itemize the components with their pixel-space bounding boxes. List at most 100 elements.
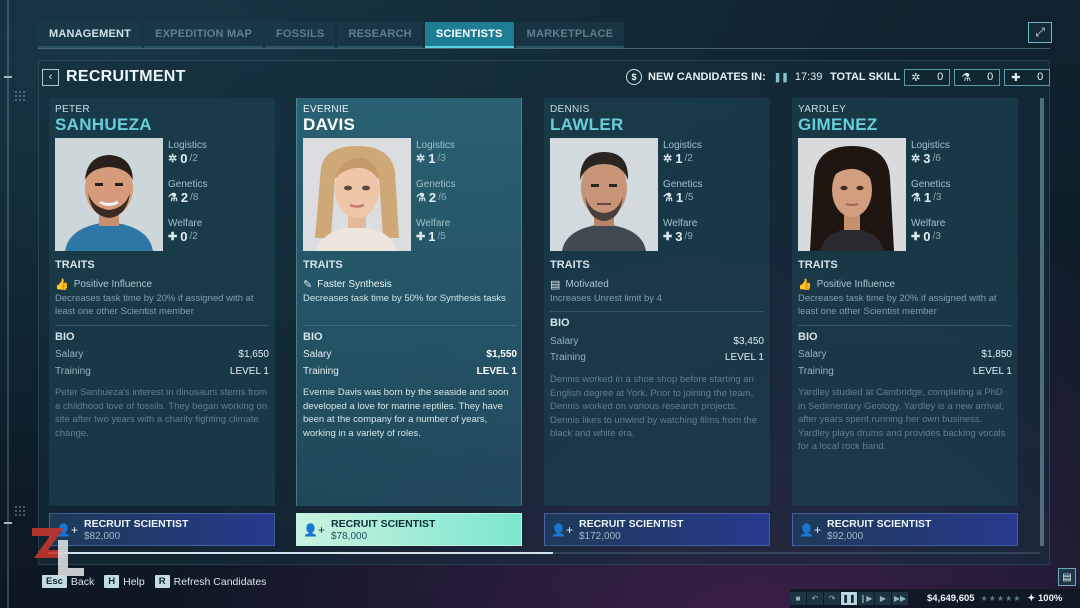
recruit-price: $92,000: [827, 530, 864, 542]
pause-button[interactable]: ❚❚: [841, 592, 857, 605]
candidate-card[interactable]: DENNIS LAWLER Logistics ✲ 1/2 Genetics ⚗ 1…: [544, 98, 770, 506]
welfare-stat: ✚ 0/2: [168, 229, 268, 244]
new-candidates-timer: $ NEW CANDIDATES IN: ❚❚ 17:39: [626, 68, 822, 86]
genetics-value: 2: [428, 190, 437, 205]
tab-research[interactable]: RESEARCH: [337, 22, 423, 48]
salary-value: $1,650: [238, 349, 269, 360]
back-button[interactable]: ‹: [42, 68, 59, 86]
bio-text: Evernie Davis was born by the seaside an…: [303, 387, 509, 439]
welfare-max: /3: [932, 231, 941, 242]
decorative-dot-grid: [14, 90, 26, 102]
total-genetics: ⚗ 0: [954, 68, 1001, 86]
trait-description: Decreases task time by 20% if assigned w…: [798, 293, 997, 317]
hint-back[interactable]: Esc Back: [42, 575, 94, 588]
notes-button[interactable]: ▤: [1058, 568, 1076, 586]
trait-name: ✎ Faster Synthesis: [303, 278, 392, 291]
play-button[interactable]: ▶: [875, 592, 891, 605]
logistics-stat: ✲ 1/3: [416, 151, 516, 166]
salary-value: $1,850: [981, 349, 1012, 360]
traits-heading: TRAITS: [55, 259, 95, 271]
genetics-stat: ⚗ 1/3: [911, 190, 1011, 205]
training-row: Training LEVEL 1: [798, 366, 1012, 377]
approval-rating: ✦ 100%: [1027, 593, 1062, 604]
recruit-label: RECRUIT SCIENTIST: [579, 517, 684, 530]
page-header: ‹ RECRUITMENT: [42, 66, 186, 88]
scrollbar-thumb[interactable]: [1040, 98, 1044, 546]
horizontal-scrollbar[interactable]: [48, 552, 1040, 554]
trait-label: Faster Synthesis: [317, 279, 392, 290]
step-icon: ❙▶: [859, 594, 873, 603]
recruit-label: RECRUIT SCIENTIST: [331, 517, 436, 530]
tab-expedition-map[interactable]: EXPEDITION MAP: [144, 22, 263, 48]
undo-button[interactable]: ↶: [807, 592, 823, 605]
salary-value: $3,450: [733, 336, 764, 347]
welfare-value: 0: [923, 229, 931, 244]
genetics-label: Genetics: [416, 179, 456, 190]
tab-marketplace[interactable]: MARKETPLACE: [515, 22, 625, 48]
chevron-left-icon: ‹: [48, 71, 53, 83]
training-label: Training: [55, 366, 91, 377]
step-button[interactable]: ❙▶: [858, 592, 874, 605]
tab-management[interactable]: MANAGEMENT: [38, 22, 143, 48]
fast-forward-icon: ▶▶: [893, 594, 907, 603]
welfare-value: 1: [428, 229, 436, 244]
expand-icon: ⤢: [1035, 25, 1045, 39]
total-logistics: ✲ 0: [904, 68, 951, 86]
fast-forward-button[interactable]: ▶▶: [892, 592, 908, 605]
candidate-card[interactable]: YARDLEY GIMENEZ Logistics ✲ 3/6 Genetics …: [792, 98, 1018, 506]
candidate-skills: Logistics ✲ 3/6 Genetics ⚗ 1/3 Welfare ✚ 0/…: [911, 140, 1011, 257]
genetics-stat: ⚗ 2/8: [168, 190, 268, 205]
training-label: Training: [550, 352, 586, 363]
candidate-card[interactable]: PETER SANHUEZA Logistics ✲ 0/2 Genetics ⚗…: [49, 98, 275, 506]
welfare-value: 3: [675, 229, 683, 244]
logistics-max: /2: [684, 153, 693, 164]
bio-text: Peter Sanhueza's interest in dinosaurs s…: [55, 387, 268, 439]
decorative-dot-grid: [14, 505, 26, 517]
bio-text: Yardley studied at Cambridge, completing…: [798, 387, 1006, 453]
medical-cross-icon: ✚: [663, 231, 673, 243]
bio-heading: BIO: [303, 331, 323, 343]
logistics-stat: ✲ 3/6: [911, 151, 1011, 166]
recruit-scientist-button[interactable]: 👤+ RECRUIT SCIENTIST $78,000: [296, 513, 522, 546]
recruit-scientist-button[interactable]: 👤+ RECRUIT SCIENTIST $172,000: [544, 513, 770, 546]
trait-description: Decreases task time by 50% for Synthesis…: [303, 293, 506, 304]
logistics-label: Logistics: [663, 140, 702, 151]
hint-refresh-candidates[interactable]: R Refresh Candidates: [154, 575, 266, 588]
redo-button[interactable]: ↷: [824, 592, 840, 605]
divider: [798, 325, 1012, 326]
genetics-value: 1: [923, 190, 932, 205]
approval-value: 100%: [1038, 593, 1063, 604]
medical-cross-icon: ✚: [911, 231, 921, 243]
camera-button[interactable]: ■: [790, 592, 806, 605]
flask-icon: ⚗: [168, 192, 178, 204]
candidate-card[interactable]: EVERNIE DAVIS Logistics ✲ 1/3 Genetics ⚗ 2…: [296, 98, 522, 506]
rating-stars: ★★★★★: [980, 594, 1022, 603]
traits-heading: TRAITS: [550, 259, 590, 271]
scrollbar-thumb[interactable]: [48, 552, 553, 554]
flask-icon: ⚗: [416, 192, 426, 204]
logistics-label: Logistics: [911, 140, 950, 151]
fullscreen-button[interactable]: ⤢: [1028, 22, 1052, 43]
timer-pause-icon: ❚❚: [773, 71, 789, 82]
vertical-scrollbar[interactable]: [1040, 98, 1044, 546]
tab-fossils[interactable]: FOSSILS: [265, 22, 336, 48]
new-candidates-label: NEW CANDIDATES IN:: [648, 71, 766, 83]
tab-divider: [38, 48, 1050, 49]
logistics-label: Logistics: [168, 140, 207, 151]
trait-name: ▤ Motivated: [550, 278, 609, 291]
genetics-max: /3: [933, 192, 942, 203]
recruit-scientist-button[interactable]: 👤+ RECRUIT SCIENTIST $92,000: [792, 513, 1018, 546]
hint-help[interactable]: H Help: [104, 575, 145, 588]
medical-cross-icon: ✚: [416, 231, 426, 243]
logistics-max: /6: [932, 153, 941, 164]
welfare-label: Welfare: [663, 218, 698, 229]
play-icon: ▶: [879, 594, 887, 603]
tab-scientists[interactable]: SCIENTISTS: [424, 22, 514, 48]
candidate-skills: Logistics ✲ 1/2 Genetics ⚗ 1/5 Welfare ✚ 3/…: [663, 140, 763, 257]
recruit-label: RECRUIT SCIENTIST: [827, 517, 932, 530]
candidate-portrait: [798, 138, 906, 251]
trait-name: 👍 Positive Influence: [798, 278, 895, 291]
total-welfare: ✚ 0: [1004, 68, 1051, 86]
salary-label: Salary: [798, 349, 827, 360]
candidate-first-name: YARDLEY: [798, 104, 847, 115]
